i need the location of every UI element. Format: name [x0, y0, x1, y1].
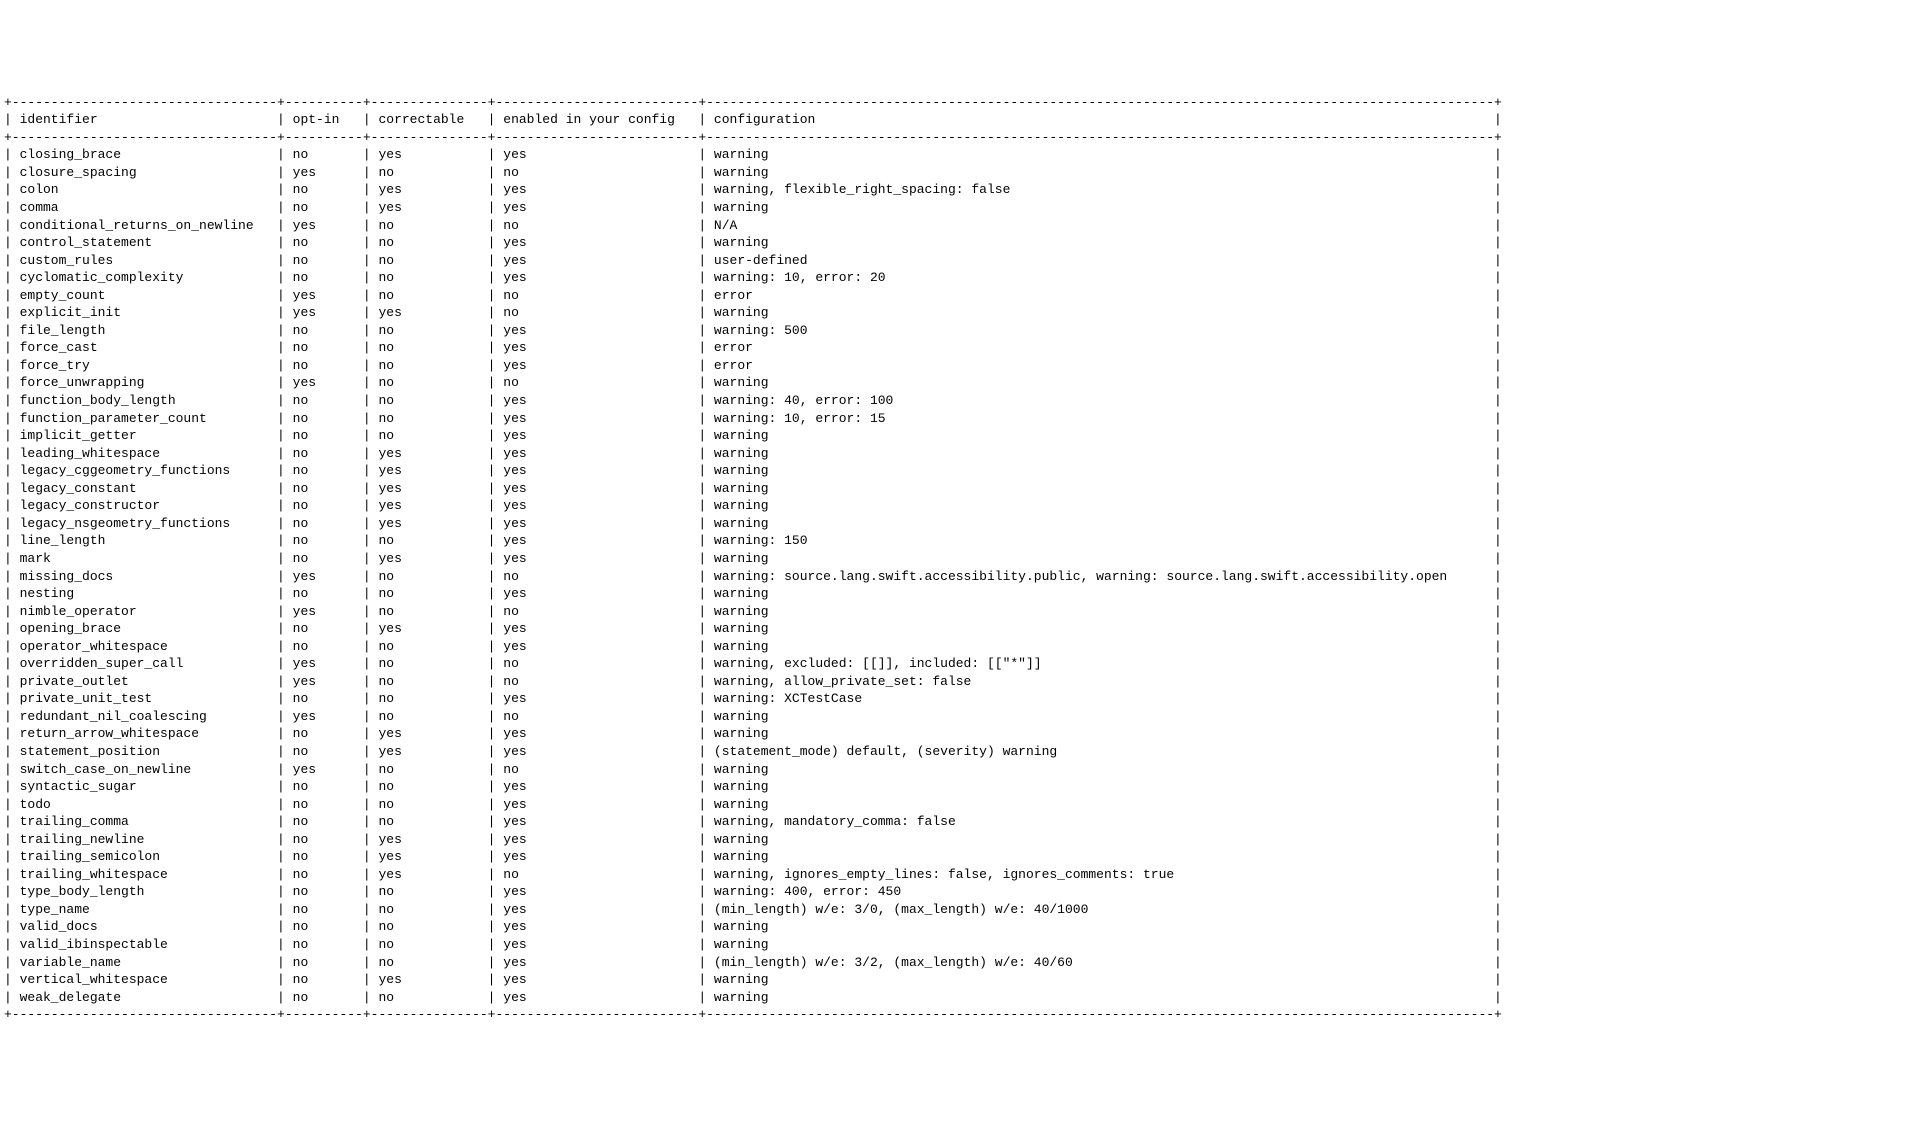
ascii-table: +----------------------------------+----…	[4, 95, 1502, 1022]
terminal-output: +----------------------------------+----…	[0, 88, 1920, 1030]
